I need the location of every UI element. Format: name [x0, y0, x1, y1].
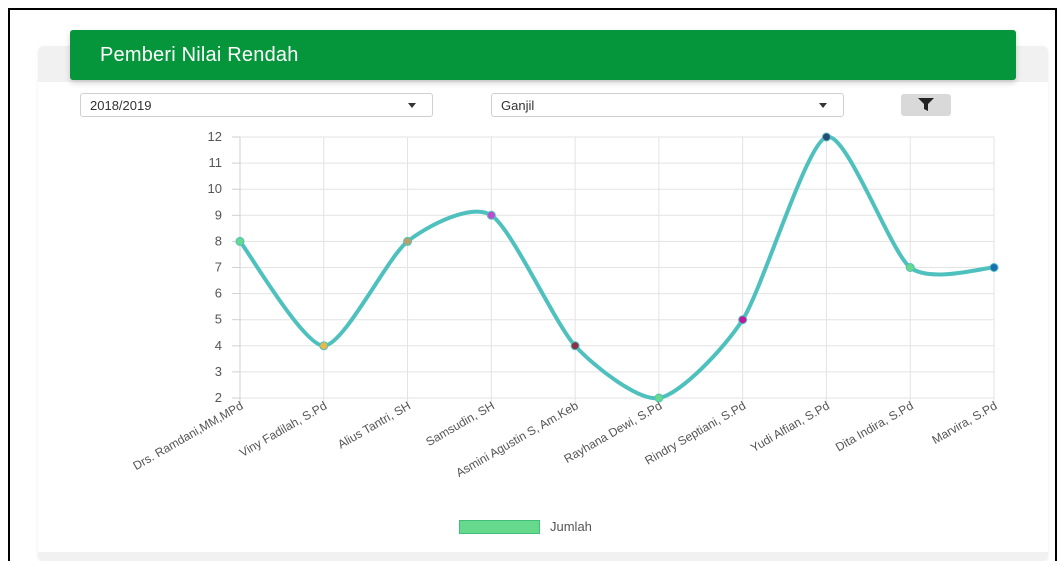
data-point	[319, 341, 329, 351]
y-tick-label: 5	[215, 312, 222, 327]
data-point	[403, 236, 413, 246]
data-point	[235, 236, 245, 246]
x-tick-label: Marvira, S.Pd	[930, 398, 1000, 446]
x-tick-label: Yudi Alfian, S.Pd	[748, 398, 832, 454]
y-tick-label: 11	[209, 155, 223, 170]
x-tick-label: Dita Indira, S.Pd	[833, 398, 916, 454]
data-point	[989, 263, 999, 272]
y-tick-label: 9	[215, 207, 222, 222]
x-tick-label: Viny Fadilah, S.Pd	[237, 398, 329, 459]
data-point	[821, 132, 831, 142]
x-tick-label: Drs. Ramdani,MM,MPd	[131, 398, 246, 472]
y-tick-label: 12	[208, 129, 222, 144]
y-tick-label: 10	[208, 181, 222, 196]
legend-label-jumlah: Jumlah	[550, 519, 592, 534]
y-tick-label: 3	[215, 364, 222, 379]
x-tick-label: Samsudin, SH	[423, 398, 496, 448]
data-point	[654, 393, 664, 403]
data-point	[905, 263, 915, 272]
legend-swatch-jumlah[interactable]	[459, 520, 540, 534]
y-tick-label: 7	[215, 260, 222, 275]
x-tick-label: Alius Tantri, SH	[335, 398, 413, 451]
data-point	[486, 210, 496, 220]
y-tick-label: 6	[215, 286, 222, 301]
data-point	[570, 341, 580, 351]
y-tick-label: 4	[215, 338, 222, 353]
line-chart: 2 3 4 5 6 7 8 9 10 11 12 Drs. Ramdani,MM,MPdViny Fa…	[131, 129, 1000, 480]
y-tick-label: 2	[215, 390, 222, 405]
data-point	[738, 315, 748, 325]
y-tick-label: 8	[215, 233, 222, 248]
